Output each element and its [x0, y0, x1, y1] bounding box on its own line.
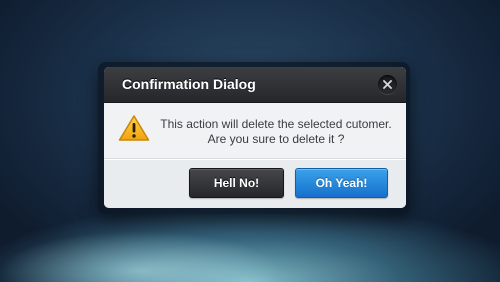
dialog-footer: Hell No! Oh Yeah! [104, 160, 406, 208]
dialog-header: Confirmation Dialog [104, 67, 406, 103]
dialog-message: This action will delete the selected cut… [158, 117, 394, 147]
message-line-1: This action will delete the selected cut… [160, 117, 392, 131]
message-line-2: Are you sure to delete it ? [207, 132, 345, 146]
close-icon [383, 80, 392, 89]
confirm-button[interactable]: Oh Yeah! [295, 168, 388, 198]
dialog-body: This action will delete the selected cut… [104, 103, 406, 158]
close-button[interactable] [378, 75, 397, 94]
cancel-button[interactable]: Hell No! [189, 168, 284, 198]
confirmation-dialog: Confirmation Dialog This action will del… [104, 67, 406, 208]
warning-icon [118, 115, 150, 141]
dialog-title: Confirmation Dialog [122, 76, 256, 92]
